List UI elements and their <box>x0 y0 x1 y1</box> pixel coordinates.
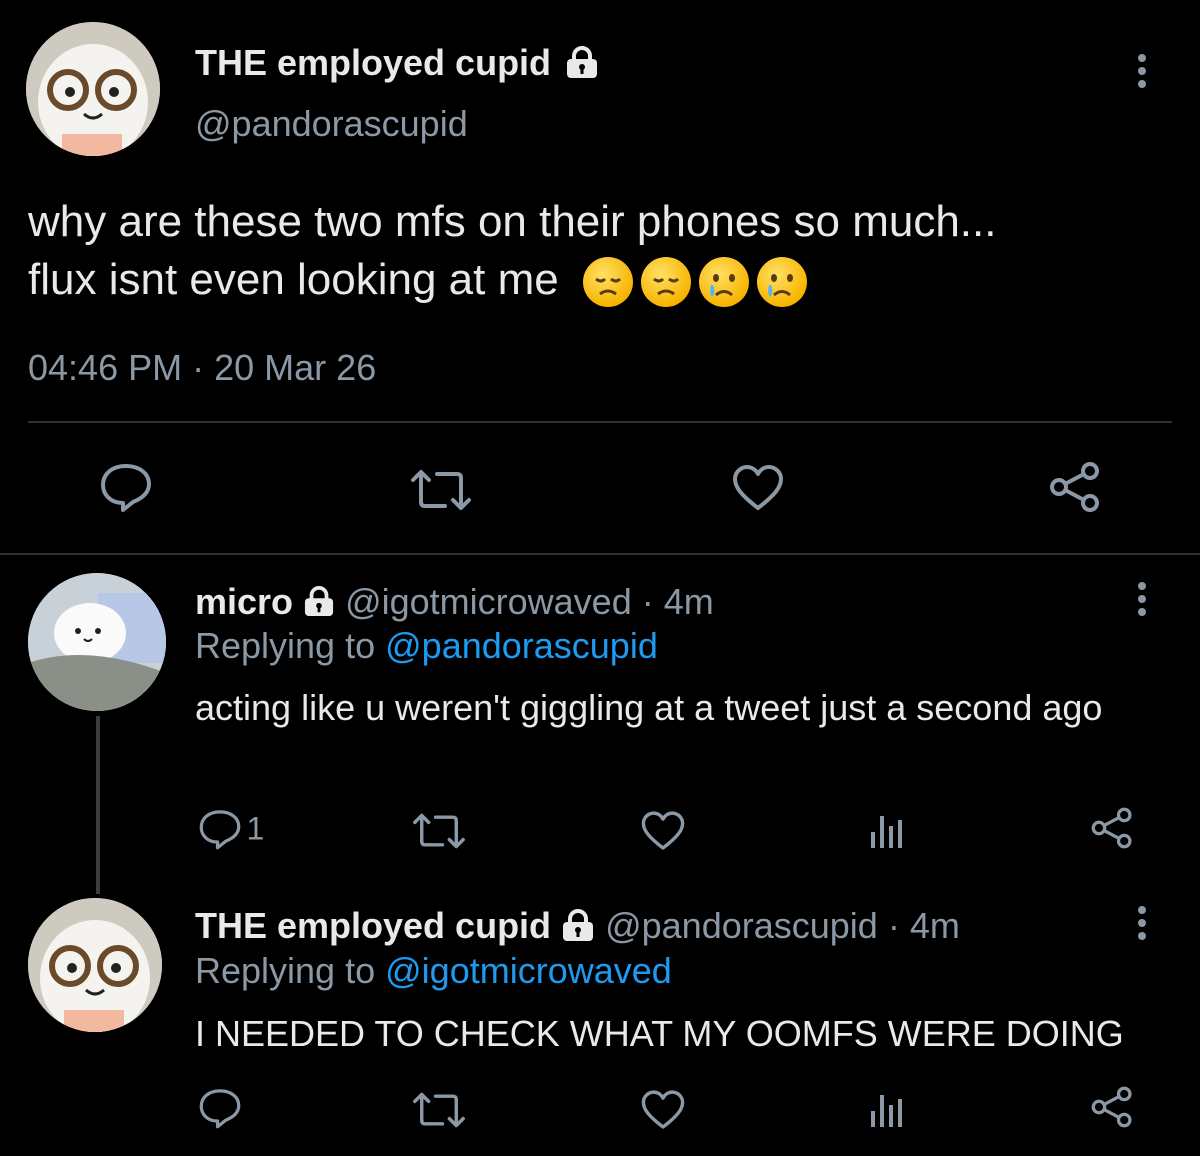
timestamp-separator: · <box>192 347 205 388</box>
avatar[interactable] <box>26 22 160 156</box>
author-name[interactable]: THE employed cupid <box>195 42 599 84</box>
reply-header[interactable]: THE employed cupid @pandorascupid · 4m <box>195 905 960 947</box>
retweet-icon[interactable] <box>409 468 473 512</box>
lock-icon <box>305 586 334 617</box>
tweet-time: 04:46 PM <box>28 347 183 388</box>
avatar[interactable] <box>28 898 162 1032</box>
analytics-icon[interactable] <box>869 1091 903 1127</box>
crying-face-icon <box>698 257 749 308</box>
author-handle[interactable]: @pandorascupid <box>195 103 468 145</box>
dot-separator: · <box>641 581 654 622</box>
thread-line <box>96 716 100 894</box>
reply-header[interactable]: micro @igotmicrowaved · 4m <box>195 581 714 623</box>
tweet-text: why are these two mfs on their phones so… <box>28 193 1178 309</box>
crying-face-icon <box>756 257 807 308</box>
divider <box>28 421 1172 423</box>
like-icon[interactable] <box>731 464 785 512</box>
tweet-date: 20 Mar 26 <box>214 347 377 388</box>
replying-to-link[interactable]: @pandorascupid <box>385 625 658 666</box>
like-icon[interactable] <box>640 1089 686 1131</box>
reply-icon <box>199 810 241 850</box>
replying-to: Replying to @pandorascupid <box>195 625 658 666</box>
section-divider <box>0 553 1200 555</box>
share-icon[interactable] <box>1047 460 1103 514</box>
tweet-text-line-2: flux isnt even looking at me <box>28 251 1178 309</box>
display-name: micro <box>195 581 294 622</box>
avatar-image <box>28 573 166 711</box>
retweet-icon[interactable] <box>411 1091 467 1129</box>
reply-icon[interactable] <box>198 1087 242 1129</box>
reply-count: 1 <box>246 810 265 847</box>
share-icon[interactable] <box>1089 806 1135 850</box>
reply-age: 4m <box>909 905 960 946</box>
disappointed-face-icon <box>582 257 633 308</box>
display-name: THE employed cupid <box>195 42 552 83</box>
reply-action[interactable]: 1 <box>198 808 264 852</box>
lock-icon <box>563 909 594 942</box>
disappointed-face-icon <box>640 257 691 308</box>
avatar[interactable] <box>28 573 166 711</box>
reply-text: I NEEDED TO CHECK WHAT MY OOMFS WERE DOI… <box>195 1013 1124 1054</box>
display-name: THE employed cupid <box>195 905 552 946</box>
reply-icon[interactable] <box>99 462 153 512</box>
share-icon[interactable] <box>1089 1085 1135 1129</box>
replying-to-link[interactable]: @igotmicrowaved <box>385 950 672 991</box>
dot-separator: · <box>887 905 900 946</box>
more-options-icon[interactable] <box>1136 54 1148 93</box>
analytics-icon[interactable] <box>869 812 903 848</box>
avatar-image <box>26 22 160 156</box>
reply-age: 4m <box>663 581 714 622</box>
more-options-icon[interactable] <box>1136 582 1148 621</box>
tweet-timestamp[interactable]: 04:46 PM · 20 Mar 26 <box>28 347 376 389</box>
lock-icon <box>567 46 598 79</box>
author-handle: @igotmicrowaved <box>345 581 632 622</box>
avatar-image <box>28 898 162 1032</box>
author-handle: @pandorascupid <box>605 905 878 946</box>
retweet-icon[interactable] <box>411 812 467 850</box>
reply-text: acting like u weren't giggling at a twee… <box>195 687 1103 728</box>
tweet-text-line-1: why are these two mfs on their phones so… <box>28 197 997 246</box>
like-icon[interactable] <box>640 810 686 852</box>
more-options-icon[interactable] <box>1136 906 1148 945</box>
replying-to: Replying to @igotmicrowaved <box>195 950 672 991</box>
